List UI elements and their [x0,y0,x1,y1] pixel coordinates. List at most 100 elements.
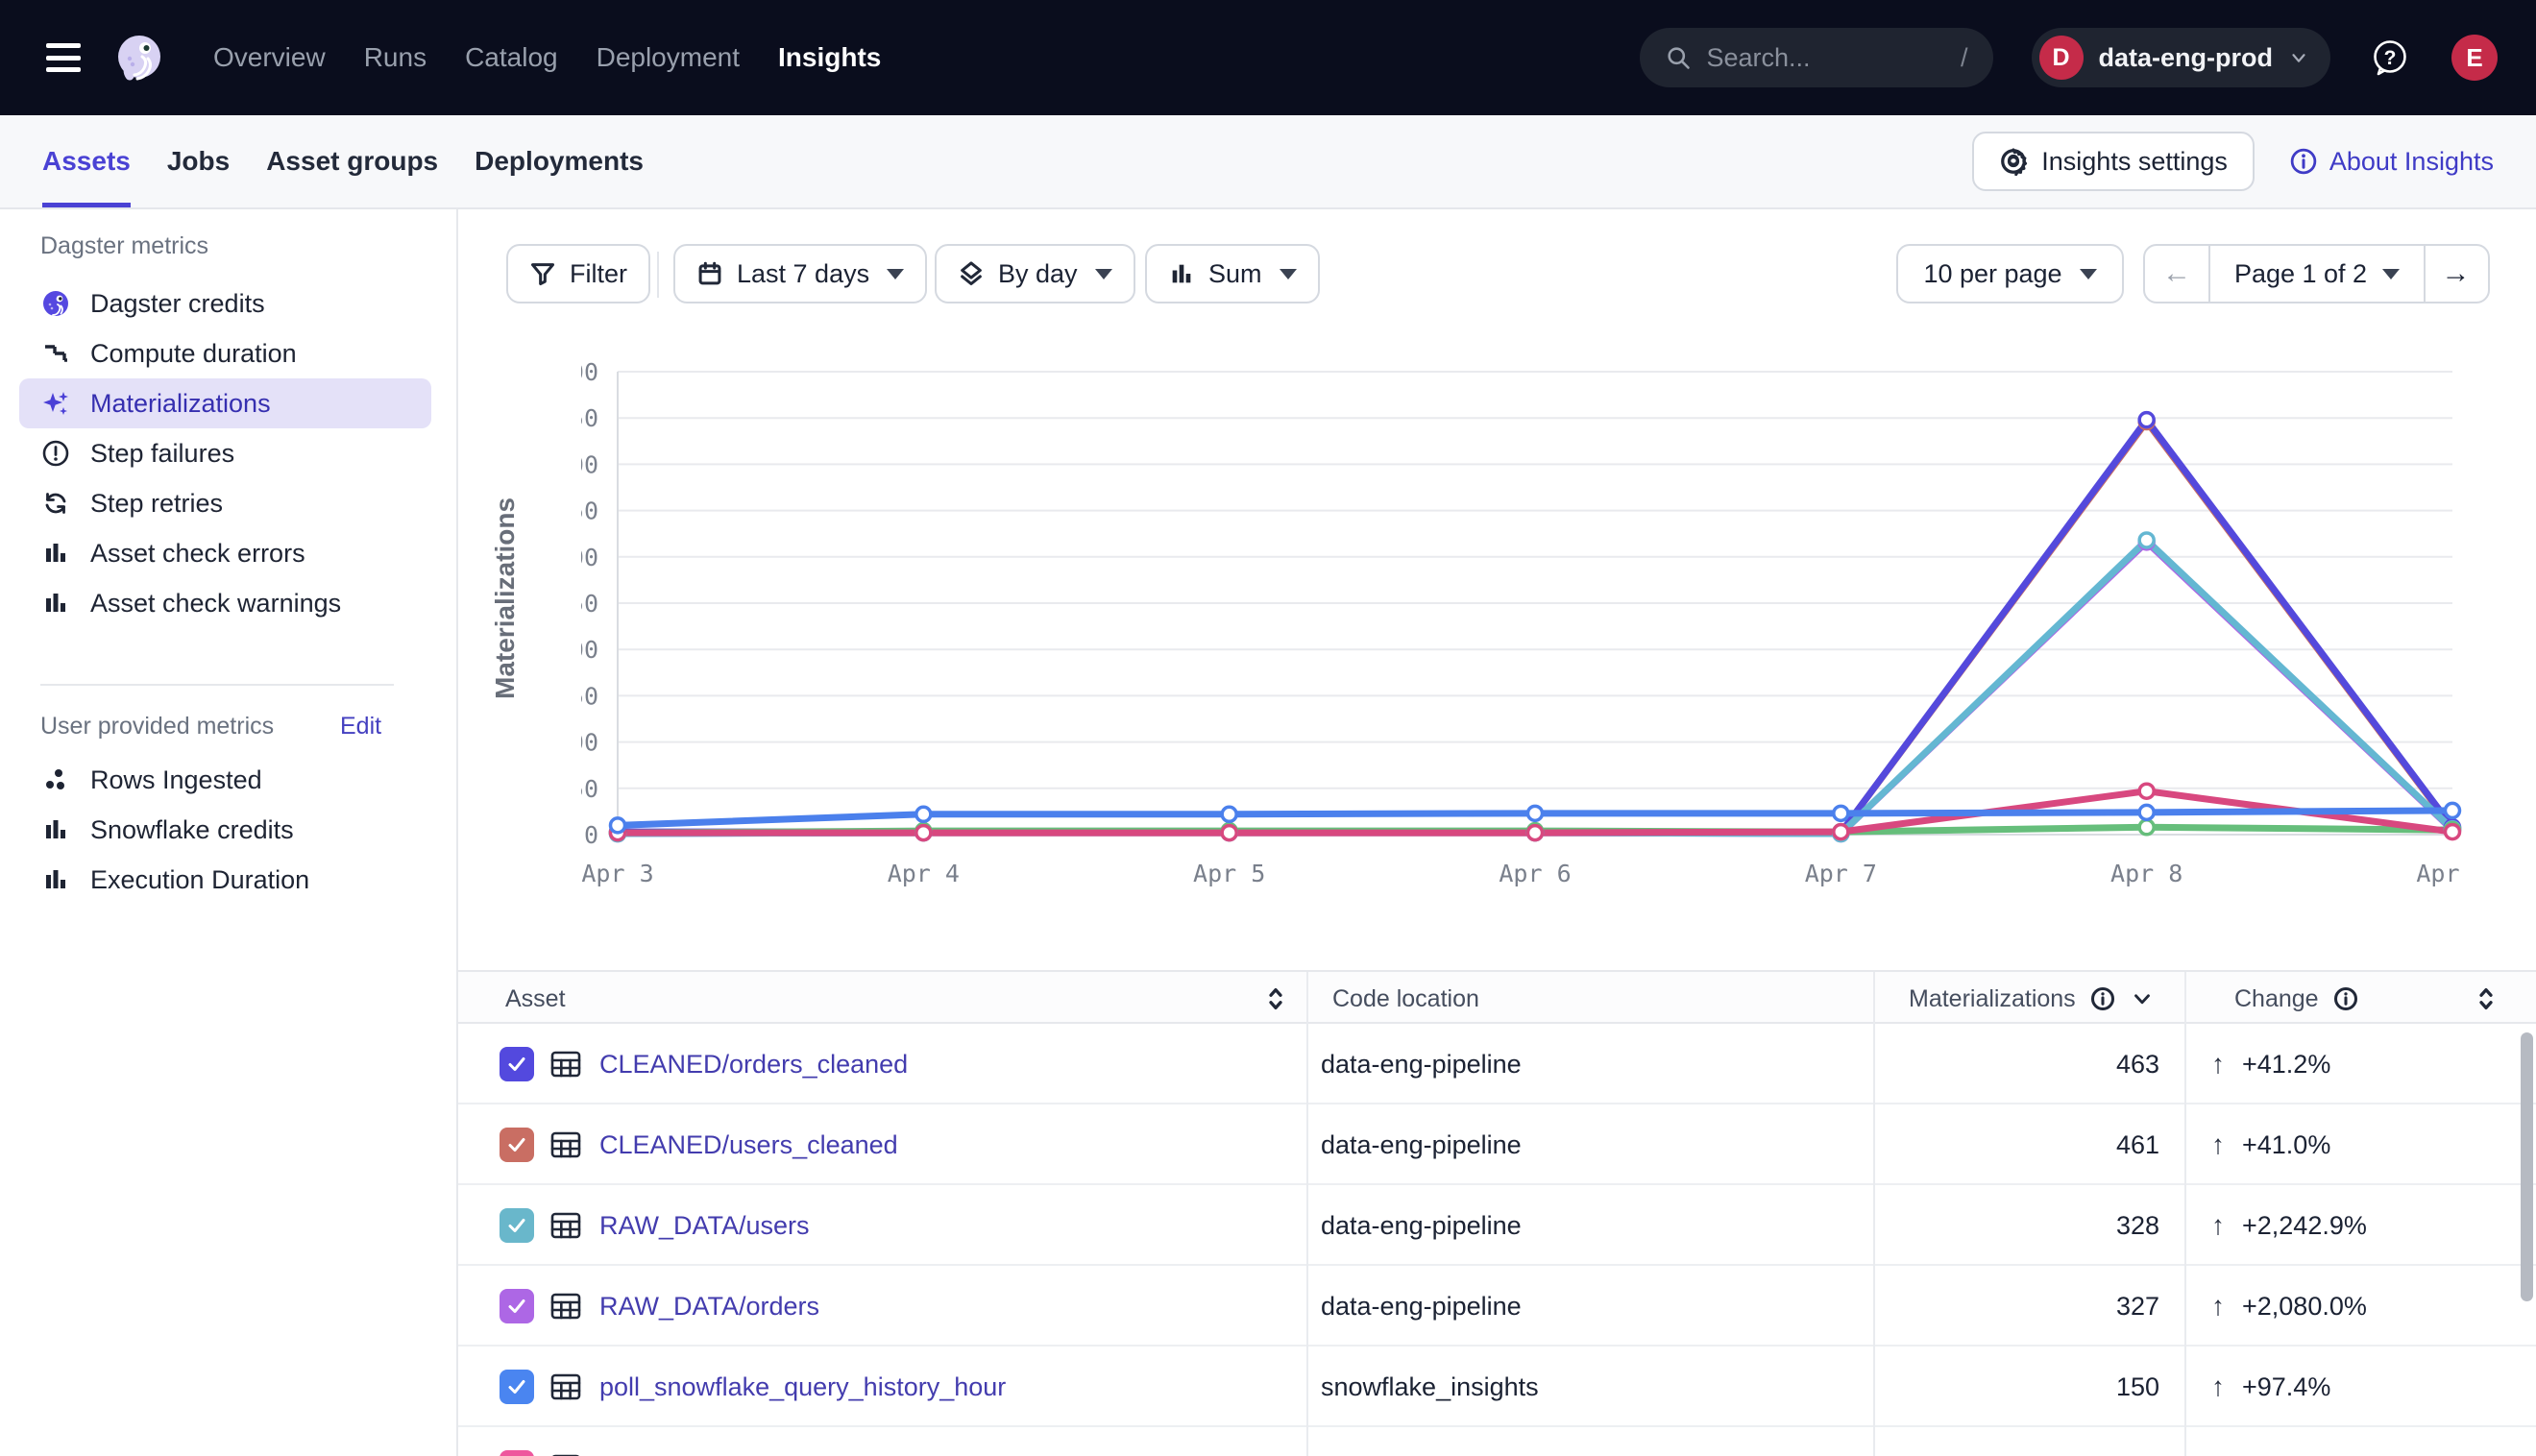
column-divider [1306,972,1308,1026]
asset-link[interactable]: RAW_DATA/orders [599,1266,819,1347]
row-checkbox[interactable] [500,1450,534,1456]
table-row: poll_snowflake_query_history_hour snowfl… [458,1347,2536,1427]
sidebar-item-label: Step retries [90,489,223,519]
column-header-change[interactable]: Change [2234,972,2359,1026]
row-checkbox[interactable] [500,1047,534,1081]
row-checkbox[interactable] [500,1128,534,1162]
asset-link[interactable]: poll_snowflake_query_history_hour [599,1347,1006,1427]
tab-asset-groups[interactable]: Asset groups [266,115,438,207]
svg-text:200: 200 [581,636,598,664]
sidebar-item-compute-duration[interactable]: Compute duration [19,328,431,378]
next-page-button[interactable]: → [2424,246,2486,302]
info-icon[interactable] [2089,985,2116,1012]
column-divider [2184,1266,2186,1347]
menu-icon[interactable] [46,43,81,72]
sidebar-item-step-retries[interactable]: Step retries [19,478,431,528]
sidebar-item-label: Execution Duration [90,865,309,895]
dots-cluster-icon [40,764,71,795]
previous-page-button[interactable]: ← [2145,246,2208,302]
column-header-materializations[interactable]: Materializations [1909,972,2155,1026]
column-divider [1873,1104,1875,1185]
nav-catalog[interactable]: Catalog [465,42,558,73]
svg-text:Apr 3: Apr 3 [581,860,653,887]
row-checkbox[interactable] [500,1289,534,1323]
primary-nav: Overview Runs Catalog Deployment Insight… [213,42,881,73]
column-divider [1873,1185,1875,1266]
insights-settings-button[interactable]: Insights settings [1972,132,2255,191]
svg-text:?: ? [2384,47,2397,69]
table-row: CLEANED/… 47 [458,1427,2536,1456]
vertical-scrollbar[interactable] [2521,1032,2533,1301]
code-location-cell: data-eng-pipeline [1321,1185,1522,1266]
filter-button[interactable]: Filter [506,244,650,303]
nav-runs[interactable]: Runs [364,42,427,73]
materializations-cell: 463 [1873,1024,2159,1104]
asset-link[interactable]: CLEANED/… [599,1427,755,1456]
date-range-dropdown[interactable]: Last 7 days [673,244,927,303]
group-by-dropdown[interactable]: By day [935,244,1135,303]
sidebar-item-materializations[interactable]: Materializations [19,378,431,428]
edit-metrics-link[interactable]: Edit [340,713,381,740]
column-divider [2184,1185,2186,1266]
change-cell: ↑+2,080.0% [2211,1266,2367,1347]
aggregate-dropdown[interactable]: Sum [1145,244,1320,303]
sidebar-item-label: Materializations [90,389,271,419]
sidebar-item-rows-ingested[interactable]: Rows Ingested [19,755,431,805]
controls-divider [657,252,659,298]
user-metrics-list: Rows Ingested Snowflake credits Executio… [0,755,458,905]
nav-insights[interactable]: Insights [778,42,881,73]
column-header-asset[interactable]: Asset [505,972,566,1026]
calendar-icon [696,260,723,287]
tab-assets[interactable]: Assets [42,115,131,207]
tab-deployments[interactable]: Deployments [475,115,644,207]
asset-link[interactable]: RAW_DATA/users [599,1185,810,1266]
sidebar-item-asset-check-warnings[interactable]: Asset check warnings [19,578,431,628]
dagster-logo-icon[interactable] [113,32,165,84]
search-input[interactable]: Search... / [1640,28,1993,87]
sidebar-item-dagster-credits[interactable]: Dagster credits [19,279,431,328]
column-divider [1873,1347,1875,1427]
per-page-dropdown[interactable]: 10 per page [1896,244,2124,303]
row-checkbox[interactable] [500,1370,534,1404]
sidebar-item-label: Step failures [90,439,234,469]
change-value: +97.4% [2242,1372,2330,1402]
filter-label: Filter [570,259,627,289]
code-location-cell: snowflake_insights [1321,1347,1539,1427]
sidebar-item-asset-check-errors[interactable]: Asset check errors [19,528,431,578]
change-value: +41.0% [2242,1130,2330,1160]
asset-link[interactable]: CLEANED/users_cleaned [599,1104,898,1185]
column-header-code-location[interactable]: Code location [1332,972,1479,1026]
change-cell [2211,1427,2229,1456]
caret-down-icon [2382,269,2400,279]
aggregate-label: Sum [1208,259,1262,289]
sidebar-item-execution-duration[interactable]: Execution Duration [19,855,431,905]
sidebar-item-label: Asset check warnings [90,589,341,619]
nav-deployment[interactable]: Deployment [597,42,740,73]
alert-circle-icon [40,438,71,469]
user-avatar[interactable]: E [2451,35,2498,81]
materializations-line-chart[interactable]: 050100150200250300350400450500Apr 3Apr 4… [581,355,2464,893]
column-divider [1873,1024,1875,1104]
sidebar-item-step-failures[interactable]: Step failures [19,428,431,478]
help-icon[interactable]: ? [2369,36,2411,79]
up-arrow-icon: ↑ [2211,1371,2225,1402]
tab-jobs[interactable]: Jobs [167,115,230,207]
row-checkbox[interactable] [500,1208,534,1243]
sidebar-item-snowflake-credits[interactable]: Snowflake credits [19,805,431,855]
chevron-down-icon[interactable] [2130,986,2155,1011]
page-indicator-dropdown[interactable]: Page 1 of 2 [2208,246,2424,302]
bar-chart-icon [40,588,71,619]
nav-overview[interactable]: Overview [213,42,326,73]
up-arrow-icon: ↑ [2211,1049,2225,1080]
asset-link[interactable]: CLEANED/orders_cleaned [599,1024,908,1104]
materializations-cell: 328 [1873,1185,2159,1266]
column-divider [1873,1427,1875,1456]
info-icon[interactable] [2332,985,2359,1012]
workspace-switcher[interactable]: D data-eng-prod [2032,28,2331,87]
about-insights-link[interactable]: About Insights [2289,147,2494,177]
sort-icon[interactable] [1261,984,1290,1013]
sort-icon[interactable] [2472,984,2500,1013]
y-axis-title: Materializations [479,355,531,840]
table-row: CLEANED/users_cleaned data-eng-pipeline … [458,1104,2536,1185]
materializations-sparkle-icon [40,388,71,419]
